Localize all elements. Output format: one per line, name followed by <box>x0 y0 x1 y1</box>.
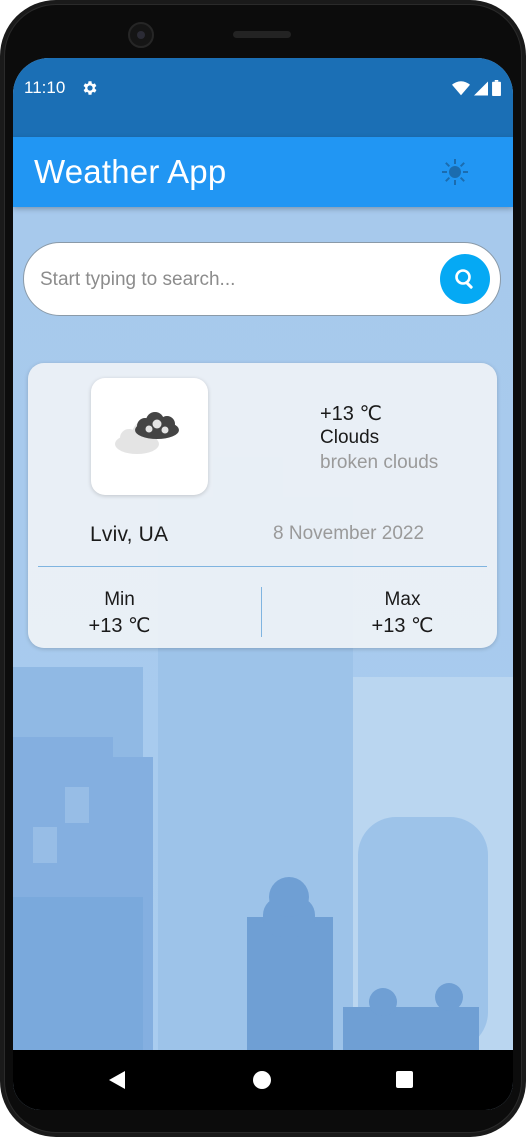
phone-screen: 11:10 Weather App Start typing to search… <box>13 58 513 1110</box>
max-temp-value: +13 ℃ <box>371 615 434 637</box>
weather-card: +13 ℃ Clouds broken clouds Lviv, UA 8 No… <box>28 363 497 648</box>
min-max-divider <box>261 587 262 637</box>
search-icon <box>455 269 473 289</box>
earpiece-speaker <box>233 31 291 38</box>
min-temp-value: +13 ℃ <box>88 615 151 637</box>
weather-condition: Clouds <box>320 427 380 448</box>
gear-icon <box>83 81 97 95</box>
search-input[interactable] <box>38 263 432 297</box>
card-divider <box>38 566 487 567</box>
system-nav-bar <box>13 1050 513 1110</box>
broken-clouds-icon <box>115 412 179 454</box>
phone-frame: 11:10 Weather App Start typing to search… <box>0 0 526 1137</box>
home-circle-icon[interactable] <box>253 1071 271 1089</box>
recents-square-icon[interactable] <box>396 1071 413 1088</box>
status-bar: 11:10 <box>13 58 513 137</box>
search-bar <box>23 242 501 316</box>
back-triangle-icon[interactable] <box>107 1070 127 1090</box>
current-temperature: +13 ℃ <box>320 403 382 425</box>
wifi-icon <box>452 80 470 95</box>
max-temp-label: Max <box>384 589 421 610</box>
battery-icon <box>492 80 501 96</box>
front-camera <box>128 22 154 48</box>
search-button[interactable] <box>440 254 490 304</box>
status-icons <box>452 79 501 97</box>
app-bar: Weather App <box>13 137 513 207</box>
signal-icon <box>474 81 488 95</box>
sun-icon[interactable] <box>440 157 470 187</box>
min-temp-label: Min <box>104 589 135 610</box>
status-time: 11:10 <box>24 78 66 97</box>
forecast-date: 8 November 2022 <box>273 523 425 544</box>
weather-icon-box <box>91 378 208 495</box>
city-name: Lviv, UA <box>90 523 169 546</box>
app-title: Weather App <box>34 153 227 190</box>
weather-description: broken clouds <box>320 452 439 473</box>
